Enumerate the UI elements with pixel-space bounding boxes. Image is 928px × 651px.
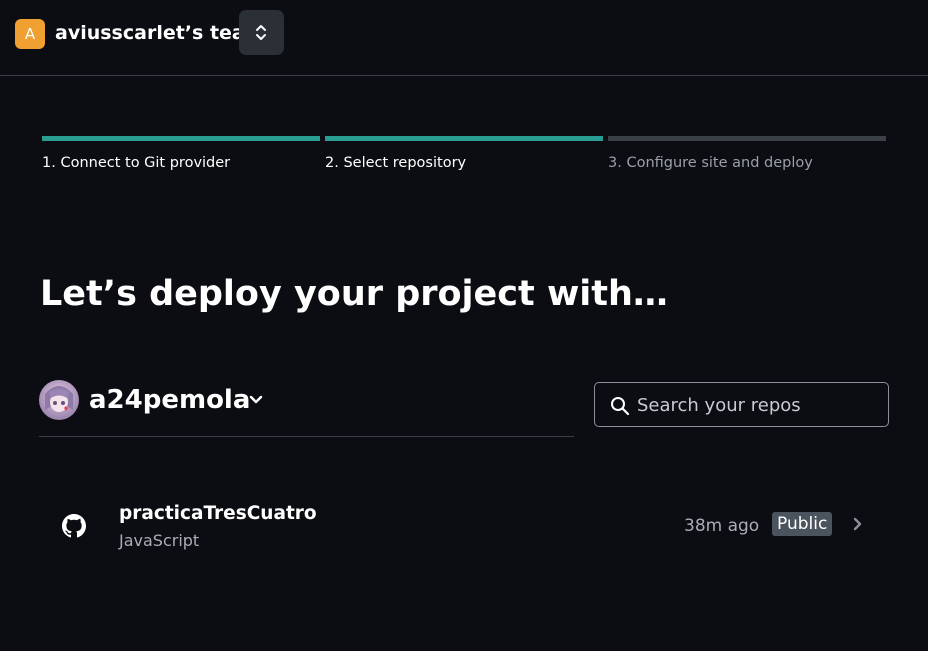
team-name[interactable]: aviusscarlet’s team <box>55 22 265 44</box>
visibility-badge: Public <box>772 512 833 536</box>
repo-language: JavaScript <box>119 531 200 550</box>
chevron-up-down-icon <box>256 25 266 40</box>
repo-search[interactable] <box>594 382 889 427</box>
step-label: 2. Select repository <box>325 155 467 171</box>
page-title: Let’s deploy your project with… <box>40 274 668 314</box>
search-icon <box>611 397 630 416</box>
step-label: 3. Configure site and deploy <box>608 155 813 171</box>
repo-name[interactable]: practicaTresCuatro <box>119 503 317 524</box>
search-input[interactable] <box>637 391 877 419</box>
avatar[interactable] <box>39 380 79 420</box>
repo-updated-time: 38m ago <box>684 516 760 536</box>
step-label: 1. Connect to Git provider <box>42 155 231 171</box>
step-progress-bar <box>608 136 886 141</box>
step-progress-bar <box>42 136 320 141</box>
git-username[interactable]: a24pemola <box>89 385 250 415</box>
repo-list-item[interactable]: practicaTresCuatro JavaScript 38m ago Pu… <box>39 490 889 560</box>
step-connect-git: 1. Connect to Git provider <box>42 136 320 171</box>
github-icon <box>62 514 86 538</box>
step-progress-bar <box>325 136 603 141</box>
chevron-down-icon[interactable] <box>249 395 263 405</box>
top-bar: A aviusscarlet’s team <box>0 0 928 76</box>
git-account-selector[interactable]: a24pemola <box>39 380 574 437</box>
team-avatar[interactable]: A <box>15 19 45 49</box>
chevron-right-icon[interactable] <box>853 517 863 531</box>
step-configure-deploy: 3. Configure site and deploy <box>608 136 886 171</box>
step-select-repository: 2. Select repository <box>325 136 603 171</box>
team-switcher-button[interactable] <box>239 10 284 55</box>
